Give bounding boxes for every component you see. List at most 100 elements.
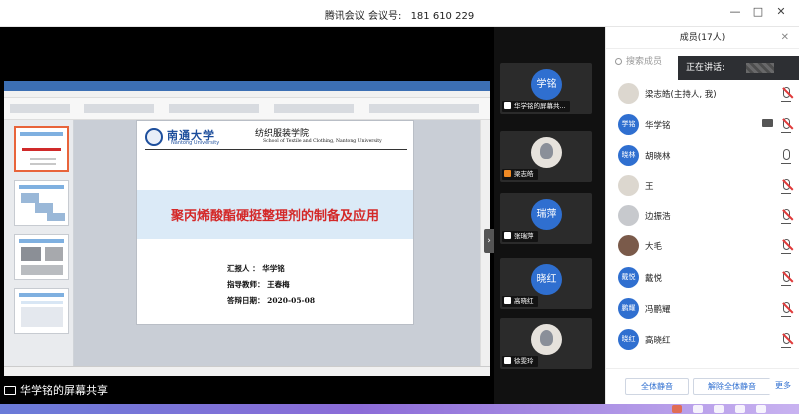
avatar: 瑞萍 [531,199,562,230]
slide-thumbnail [14,234,69,280]
ribbon-group [169,104,259,113]
member-row[interactable]: 晓林 胡晓林 [606,142,799,170]
member-row[interactable]: 晓红 高晓红 [606,326,799,354]
mic-muted-icon[interactable] [781,209,791,224]
mic-muted-icon[interactable] [781,179,791,194]
member-row[interactable]: 边振浩 [606,202,799,230]
ribbon-group [10,104,70,113]
avatar: 戴悦 [618,267,639,288]
tencent-meeting-window: 腾讯会议 会议号: 181 610 229 — □ ✕ 南通大学 Nantong… [0,0,799,414]
member-name: 胡晓林 [645,152,671,162]
avatar [618,175,639,196]
mic-icon [504,232,511,239]
app-icon[interactable] [714,405,724,413]
host-icon [504,170,511,177]
title-bar: 腾讯会议 会议号: 181 610 229 — □ ✕ [0,0,799,27]
slide-thumbnails [4,120,74,366]
mic-muted-icon[interactable] [781,302,791,317]
avatar: 晓红 [618,329,639,350]
slide-thumbnail [14,180,69,226]
member-name: 梁志皓(主持人, 我) [645,90,717,100]
member-name: 边振浩 [645,212,671,222]
mic-muted-icon[interactable] [781,239,791,254]
current-slide: 南通大学 Nantong University 纺织服装学院 School of… [136,120,414,325]
app-name: 腾讯会议 [324,11,365,22]
avatar [618,235,639,256]
ppt-ribbon [4,98,490,120]
video-tile[interactable]: 学铭 华学铭的屏幕共... [500,63,592,114]
member-row[interactable]: 鹏耀 冯鹏耀 [606,295,799,323]
member-row[interactable]: 大毛 [606,232,799,260]
member-name: 华学铭 [645,121,671,131]
member-row[interactable]: 王 [606,172,799,200]
avatar [531,324,562,355]
avatar: 学铭 [531,69,562,100]
mic-muted-icon[interactable] [781,87,791,102]
meeting-id: 181 610 229 [410,11,475,22]
screen-share-icon [762,119,773,127]
slide-thumbnail [14,288,69,334]
video-tile[interactable]: 瑞萍 张瑞萍 [500,193,592,244]
slide-reporter: 汇报人 ： 华学铭 [227,264,285,273]
mic-muted-icon[interactable] [781,271,791,286]
university-name-en: Nantong University [171,140,220,146]
mic-icon [504,357,511,364]
member-row[interactable]: 戴悦 戴悦 [606,264,799,292]
screen-share-caption: 华学铭的屏幕共享 [4,382,108,398]
school-name-cn: 纺织服装学院 [255,129,310,139]
maximize-icon[interactable]: □ [752,6,764,18]
member-name: 大毛 [645,242,663,252]
slide-advisor: 指导教师： 王春梅 [227,280,290,289]
mute-all-button[interactable]: 全体静音 [625,378,689,395]
tile-name: 华学铭的屏幕共... [514,102,566,110]
unmute-all-button[interactable]: 解除全体静音 [693,378,771,395]
slide-date: 答辩日期： 2020-05-08 [227,296,316,305]
speaking-indicator: 正在讲话: [678,56,799,80]
ppt-tab-strip [4,91,490,98]
window-title: 腾讯会议 会议号: 181 610 229 [0,7,799,22]
avatar: 晓林 [618,145,639,166]
close-icon[interactable]: ✕ [775,6,787,18]
ppt-title-bar [4,81,490,91]
slide-thumbnail [14,126,69,172]
close-panel-icon[interactable]: ✕ [781,27,789,49]
tile-caption: 张瑞萍 [502,231,538,242]
search-icon [615,58,622,65]
ppt-status-bar [4,366,490,376]
video-tile[interactable]: 徐雯玲 [500,318,592,369]
tile-caption: 高晓红 [502,296,538,307]
member-row[interactable]: 学铭 华学铭 [606,111,799,139]
member-row[interactable]: 梁志皓(主持人, 我) [606,80,799,108]
search-placeholder: 搜索成员 [626,57,663,67]
more-button[interactable]: 更多 [769,378,797,395]
app-icon[interactable] [693,405,703,413]
member-search-input[interactable]: 搜索成员 [615,54,681,70]
avatar: 晓红 [531,264,562,295]
member-name: 冯鹏耀 [645,305,671,315]
avatar [618,205,639,226]
minimize-icon[interactable]: — [729,6,741,18]
speaker-name-obscured [746,63,774,73]
mic-icon[interactable] [781,149,791,164]
avatar: 学铭 [618,114,639,135]
header-rule [145,149,407,150]
mic-muted-icon[interactable] [781,333,791,348]
tile-caption: 华学铭的屏幕共... [502,101,570,112]
tile-name: 徐雯玲 [514,357,534,365]
video-tile[interactable]: 晓红 高晓红 [500,258,592,309]
member-name: 高晓红 [645,336,671,346]
mic-muted-icon[interactable] [781,118,791,133]
shared-screen: 南通大学 Nantong University 纺织服装学院 School of… [4,81,490,376]
app-icon[interactable] [672,405,682,413]
app-icon[interactable] [735,405,745,413]
member-name: 王 [645,182,654,192]
avatar [618,83,639,104]
share-caption-text: 华学铭的屏幕共享 [20,384,108,397]
os-taskbar [0,404,799,414]
collapse-tiles-button[interactable]: › [484,229,494,253]
app-icon[interactable] [756,405,766,413]
main-video-area[interactable]: 南通大学 Nantong University 纺织服装学院 School of… [0,27,494,404]
tile-name: 梁志皓 [514,170,534,178]
video-tile[interactable]: 梁志皓 [500,131,592,182]
members-panel-footer: 全体静音 解除全体静音 更多 [606,368,799,404]
